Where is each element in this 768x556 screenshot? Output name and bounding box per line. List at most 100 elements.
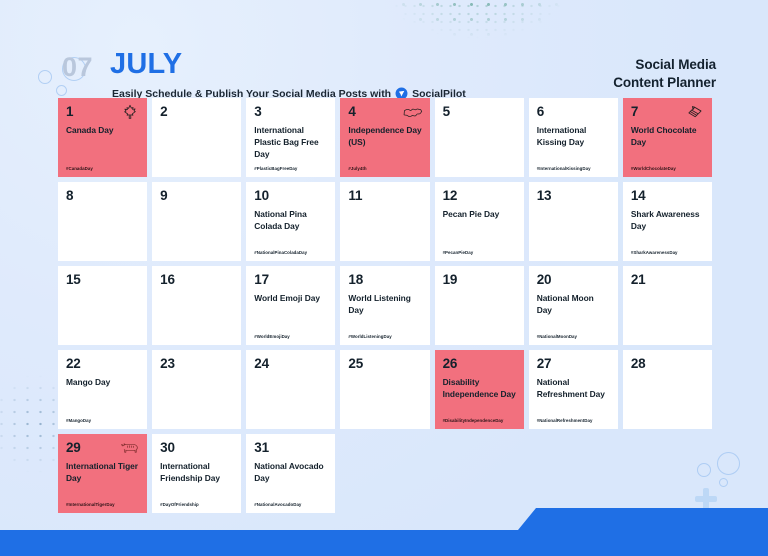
day-number: 9 bbox=[160, 188, 168, 203]
day-hashtag[interactable]: #PlasticBagFreeDay bbox=[254, 166, 297, 171]
calendar-day-18[interactable]: 18 World Listening Day #WorldListeningDay bbox=[340, 266, 430, 345]
day-event-label: National Pina Colada Day bbox=[254, 208, 307, 231]
day-number: 19 bbox=[442, 272, 458, 287]
day-hashtag[interactable]: #WorldListeningDay bbox=[348, 334, 391, 339]
calendar-day-9[interactable]: 9 bbox=[152, 182, 242, 261]
day-event-label: International Kissing Day bbox=[536, 124, 587, 147]
day-hashtag[interactable]: #DayOfFriendship bbox=[160, 502, 199, 507]
day-hashtag[interactable]: #NationalPinaColadaDay bbox=[254, 250, 307, 255]
calendar-day-14[interactable]: 14 Shark Awareness Day #SharkAwarenessDay bbox=[622, 182, 712, 261]
calendar-day-26[interactable]: 26 Disability Independence Day #Disability… bbox=[434, 350, 524, 429]
calendar-day-19[interactable]: 19 bbox=[434, 266, 524, 345]
calendar-day-27[interactable]: 27 National Refreshment Day #NationalRefre… bbox=[528, 350, 618, 429]
day-event-label: International Tiger Day bbox=[66, 460, 138, 483]
month-number: 07 bbox=[62, 52, 94, 82]
day-hashtag[interactable]: #MangoDay bbox=[66, 418, 91, 423]
month-name: JULY bbox=[110, 48, 183, 80]
day-hashtag[interactable]: #NationalRefreshmentDay bbox=[537, 418, 593, 423]
day-hashtag[interactable]: #CanadaDay bbox=[66, 166, 93, 171]
calendar-day-16[interactable]: 16 bbox=[152, 266, 242, 345]
day-event-label: National Refreshment Day bbox=[536, 376, 605, 399]
day-event-label: National Avocado Day bbox=[254, 460, 324, 483]
day-hashtag[interactable]: #WorldChocolateDay bbox=[631, 166, 676, 171]
bottom-bar-accent bbox=[0, 530, 768, 556]
day-number: 2 bbox=[160, 104, 168, 119]
calendar-day-20[interactable]: 20 National Moon Day #NationalMoonDay bbox=[528, 266, 618, 345]
calendar-day-22[interactable]: 22 Mango Day #MangoDay bbox=[58, 350, 148, 429]
calendar-day-4[interactable]: 4 Independence Day (US) #July4th bbox=[340, 98, 430, 177]
calendar-day-13[interactable]: 13 bbox=[528, 182, 618, 261]
bubble-circle-icon bbox=[56, 85, 67, 96]
calendar-day-2[interactable]: 2 bbox=[152, 98, 242, 177]
day-number: 6 bbox=[536, 104, 545, 119]
day-number: 14 bbox=[630, 188, 646, 203]
usa-map-icon bbox=[403, 104, 423, 121]
day-number: 27 bbox=[536, 356, 552, 371]
maple-leaf-icon bbox=[120, 104, 140, 121]
day-number: 10 bbox=[254, 188, 269, 203]
day-event-label: National Moon Day bbox=[536, 292, 594, 315]
day-event-label: Independence Day (US) bbox=[348, 124, 422, 147]
day-number: 24 bbox=[254, 356, 269, 371]
day-number: 12 bbox=[442, 188, 458, 203]
day-number: 15 bbox=[66, 272, 81, 287]
day-number: 21 bbox=[630, 272, 646, 287]
calendar-day-24[interactable]: 24 bbox=[246, 350, 336, 429]
day-hashtag[interactable]: #InternationalKissingDay bbox=[537, 166, 591, 171]
day-hashtag[interactable]: #July4th bbox=[348, 166, 366, 171]
day-number: 8 bbox=[66, 188, 74, 203]
calendar-day-30[interactable]: 30 International Friendship Day #DayOfFrie… bbox=[152, 434, 242, 513]
day-number: 23 bbox=[160, 356, 175, 371]
calendar-grid: 1 Canada Day #CanadaDay 2 3 International Pla… bbox=[58, 98, 712, 513]
day-hashtag[interactable]: #DisabilityIndependenceDay bbox=[443, 418, 504, 423]
day-number: 18 bbox=[348, 272, 364, 287]
day-hashtag[interactable]: #SharkAwarenessDay bbox=[631, 250, 678, 255]
day-event-label: International Plastic Bag Free Day bbox=[254, 124, 319, 159]
calendar-day-25[interactable]: 25 bbox=[340, 350, 430, 429]
day-number: 26 bbox=[442, 356, 458, 371]
day-hashtag[interactable]: #NationalAvocadoDay bbox=[254, 502, 301, 507]
calendar-day-31[interactable]: 31 National Avocado Day #NationalAvocadoDa… bbox=[246, 434, 336, 513]
bubble-circle-icon bbox=[717, 452, 740, 475]
bubble-circle-icon bbox=[719, 478, 728, 487]
chocolate-bar-icon bbox=[685, 104, 705, 121]
calendar-day-5[interactable]: 5 bbox=[434, 98, 524, 177]
day-number: 17 bbox=[254, 272, 269, 287]
calendar-day-1[interactable]: 1 Canada Day #CanadaDay bbox=[58, 98, 148, 177]
day-hashtag[interactable]: #InternationalTigerDay bbox=[66, 502, 115, 507]
day-event-label: International Friendship Day bbox=[160, 460, 220, 483]
calendar-day-8[interactable]: 8 bbox=[58, 182, 148, 261]
page-title: Social Media Content Planner bbox=[613, 56, 716, 92]
page-header: 07 JULY Easily Schedule & Publish Your S… bbox=[0, 24, 768, 100]
calendar-day-12[interactable]: 12 Pecan Pie Day #PecanPieDay bbox=[434, 182, 524, 261]
day-event-label: Canada Day bbox=[66, 124, 114, 135]
calendar-day-7[interactable]: 7 World Chocolate Day #WorldChocolateDay bbox=[622, 98, 712, 177]
day-number: 13 bbox=[536, 188, 552, 203]
day-hashtag[interactable]: #NationalMoonDay bbox=[537, 334, 577, 339]
day-number: 25 bbox=[348, 356, 364, 371]
calendar-day-28[interactable]: 28 bbox=[622, 350, 712, 429]
day-event-label: World Chocolate Day bbox=[630, 124, 697, 147]
day-hashtag[interactable]: #WorldEmojiDay bbox=[254, 334, 290, 339]
day-event-label: Pecan Pie Day bbox=[442, 208, 500, 219]
page-title-line2: Content Planner bbox=[613, 75, 716, 91]
day-number: 11 bbox=[348, 188, 363, 203]
day-number: 3 bbox=[254, 104, 262, 119]
day-hashtag[interactable]: #PecanPieDay bbox=[443, 250, 474, 255]
calendar-day-3[interactable]: 3 International Plastic Bag Free Day #Plas… bbox=[246, 98, 336, 177]
calendar-day-11[interactable]: 11 bbox=[340, 182, 430, 261]
calendar-day-6[interactable]: 6 International Kissing Day #International… bbox=[528, 98, 618, 177]
day-event-label: Mango Day bbox=[66, 376, 111, 387]
calendar-day-21[interactable]: 21 bbox=[622, 266, 712, 345]
day-number: 16 bbox=[160, 272, 175, 287]
calendar-day-15[interactable]: 15 bbox=[58, 266, 148, 345]
day-event-label: Shark Awareness Day bbox=[630, 208, 700, 231]
calendar-day-10[interactable]: 10 National Pina Colada Day #NationalPinaC… bbox=[246, 182, 336, 261]
day-event-label: Disability Independence Day bbox=[442, 376, 516, 399]
day-event-label: World Listening Day bbox=[348, 292, 411, 315]
calendar-day-17[interactable]: 17 World Emoji Day #WorldEmojiDay bbox=[246, 266, 336, 345]
day-number: 28 bbox=[630, 356, 646, 371]
day-number: 30 bbox=[160, 440, 175, 455]
calendar-day-23[interactable]: 23 bbox=[152, 350, 242, 429]
calendar-day-29[interactable]: 29 International Tiger Day #InternationalT… bbox=[58, 434, 148, 513]
